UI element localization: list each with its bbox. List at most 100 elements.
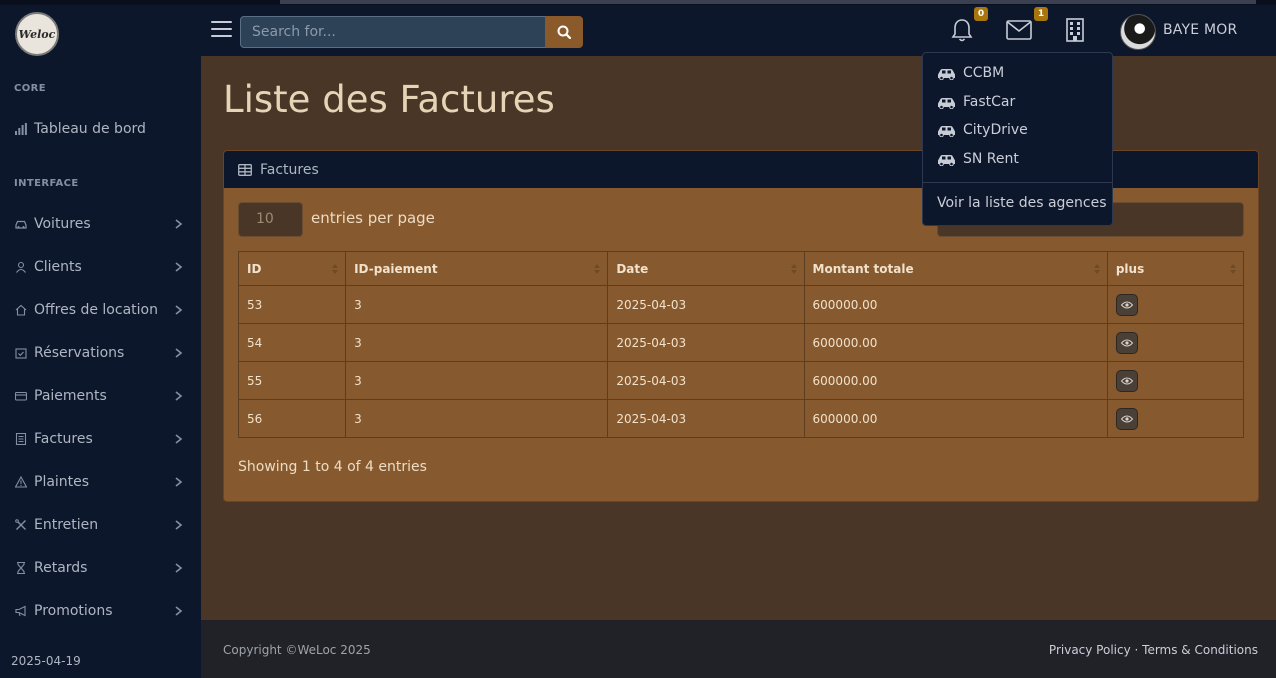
megaphone-icon — [15, 605, 26, 617]
sidebar-item-label: Clients — [34, 259, 82, 275]
search-button[interactable] — [545, 16, 583, 48]
cell-plus — [1106, 285, 1245, 324]
tools-icon — [15, 519, 26, 530]
sort-icon — [594, 264, 601, 274]
dropdown-divider — [923, 182, 1112, 183]
sidebar-item-label: Retards — [34, 560, 88, 576]
page-title: Liste des Factures — [223, 78, 555, 121]
agency-item-sn-rent[interactable]: SN Rent — [923, 145, 1112, 173]
car-icon — [938, 126, 955, 137]
table-header-row: ID ID-paiement Date Montant totale plus — [237, 251, 1245, 286]
messages-button[interactable] — [1004, 15, 1034, 45]
sidebar: CORE Tableau de bord INTERFACE Voitures … — [0, 56, 201, 678]
agency-label: CCBM — [963, 65, 1005, 81]
sidebar-item-label: Plaintes — [34, 474, 90, 490]
cell-montant: 600000.00 — [803, 323, 1108, 362]
credit-card-icon — [15, 391, 27, 401]
column-header-plus[interactable]: plus — [1106, 251, 1245, 286]
sidebar-item-factures[interactable]: Factures — [0, 425, 201, 453]
sidebar-item-dashboard[interactable]: Tableau de bord — [0, 115, 201, 143]
sort-icon — [1093, 264, 1100, 274]
cell-id-paiement: 3 — [345, 361, 609, 400]
sort-icon — [1230, 264, 1236, 274]
receipt-icon — [15, 433, 27, 445]
sidebar-item-label: Réservations — [34, 345, 125, 361]
agencies-dropdown: CCBM FastCar CityDrive SN Rent Voir la l… — [922, 52, 1113, 226]
sidebar-item-label: Offres de location — [34, 302, 158, 318]
car-icon — [938, 155, 955, 166]
cell-id: 54 — [237, 323, 347, 362]
eye-icon — [1120, 339, 1133, 346]
agency-label: CityDrive — [963, 122, 1028, 138]
sidebar-item-promotions[interactable]: Promotions — [0, 597, 201, 625]
factures-table: ID ID-paiement Date Montant totale plus … — [237, 251, 1245, 438]
sidebar-item-plaintes[interactable]: Plaintes — [0, 468, 201, 496]
car-icon — [15, 220, 27, 229]
sidebar-item-label: Voitures — [34, 216, 91, 232]
sidebar-item-reservations[interactable]: Réservations — [0, 339, 201, 367]
table-icon — [238, 163, 252, 176]
agency-item-citydrive[interactable]: CityDrive — [923, 116, 1112, 144]
sidebar-item-voitures[interactable]: Voitures — [0, 210, 201, 238]
cell-id-paiement: 3 — [345, 323, 609, 362]
view-button[interactable] — [1115, 407, 1138, 430]
cell-montant: 600000.00 — [803, 361, 1108, 400]
sort-icon — [332, 264, 339, 274]
sidebar-item-offres[interactable]: Offres de location — [0, 296, 201, 324]
agency-label: SN Rent — [963, 151, 1019, 167]
logo-text: Weloc — [18, 27, 56, 41]
chevron-right-icon — [175, 434, 183, 444]
cell-plus — [1106, 399, 1245, 438]
column-header-montant[interactable]: Montant totale — [803, 251, 1108, 286]
sidebar-item-label: Paiements — [34, 388, 107, 404]
cell-montant: 600000.00 — [803, 399, 1108, 438]
hourglass-icon — [17, 562, 25, 574]
footer-separator: · — [1130, 643, 1143, 657]
cell-montant: 600000.00 — [803, 285, 1108, 324]
agency-item-fastcar[interactable]: FastCar — [923, 88, 1112, 116]
terms-link[interactable]: Terms & Conditions — [1142, 643, 1258, 657]
sidebar-item-label: Entretien — [34, 517, 99, 533]
agency-item-ccbm[interactable]: CCBM — [923, 59, 1112, 87]
view-all-agencies-link[interactable]: Voir la liste des agences — [937, 195, 1107, 211]
entries-per-page-label: entries per page — [311, 209, 435, 227]
search-input[interactable] — [240, 16, 546, 48]
search-icon — [557, 25, 571, 39]
view-button[interactable] — [1115, 331, 1138, 354]
sidebar-item-paiements[interactable]: Paiements — [0, 382, 201, 410]
cell-date: 2025-04-03 — [607, 285, 805, 324]
sidebar-item-clients[interactable]: Clients — [0, 253, 201, 281]
eye-icon — [1120, 301, 1133, 308]
bell-icon — [951, 19, 973, 42]
table-row: 54 3 2025-04-03 600000.00 — [237, 323, 1245, 362]
copyright-text: Copyright ©WeLoc 2025 — [223, 643, 371, 657]
sidebar-item-label: Tableau de bord — [34, 121, 146, 137]
cell-id-paiement: 3 — [345, 399, 609, 438]
privacy-policy-link[interactable]: Privacy Policy — [1049, 643, 1131, 657]
sidebar-date: 2025-04-19 — [11, 654, 81, 668]
sidebar-heading-interface: INTERFACE — [14, 178, 79, 189]
envelope-icon — [1006, 20, 1032, 40]
sidebar-heading-core: CORE — [14, 83, 46, 94]
sidebar-item-entretien[interactable]: Entretien — [0, 511, 201, 539]
messages-count-badge: 1 — [1034, 7, 1048, 21]
weloc-logo[interactable]: Weloc — [15, 12, 59, 56]
column-header-date[interactable]: Date — [607, 251, 805, 286]
footer-links: Privacy Policy · Terms & Conditions — [1049, 643, 1258, 657]
sidebar-item-retards[interactable]: Retards — [0, 554, 201, 582]
user-name[interactable]: BAYE MOR — [1163, 22, 1237, 38]
sidebar-toggle-button[interactable] — [211, 21, 232, 39]
eye-icon — [1120, 377, 1133, 384]
alerts-button[interactable] — [947, 15, 977, 45]
sort-icon — [790, 264, 797, 274]
chevron-right-icon — [175, 477, 183, 487]
agencies-button[interactable] — [1060, 15, 1090, 45]
entries-per-page-select[interactable]: 10 — [238, 202, 303, 237]
user-avatar[interactable] — [1120, 14, 1156, 50]
card-title: Factures — [260, 161, 319, 178]
view-button[interactable] — [1115, 369, 1138, 392]
column-header-id-paiement[interactable]: ID-paiement — [345, 251, 609, 286]
view-button[interactable] — [1115, 293, 1138, 316]
column-header-id[interactable]: ID — [237, 251, 347, 286]
sidebar-item-label: Promotions — [34, 603, 113, 619]
